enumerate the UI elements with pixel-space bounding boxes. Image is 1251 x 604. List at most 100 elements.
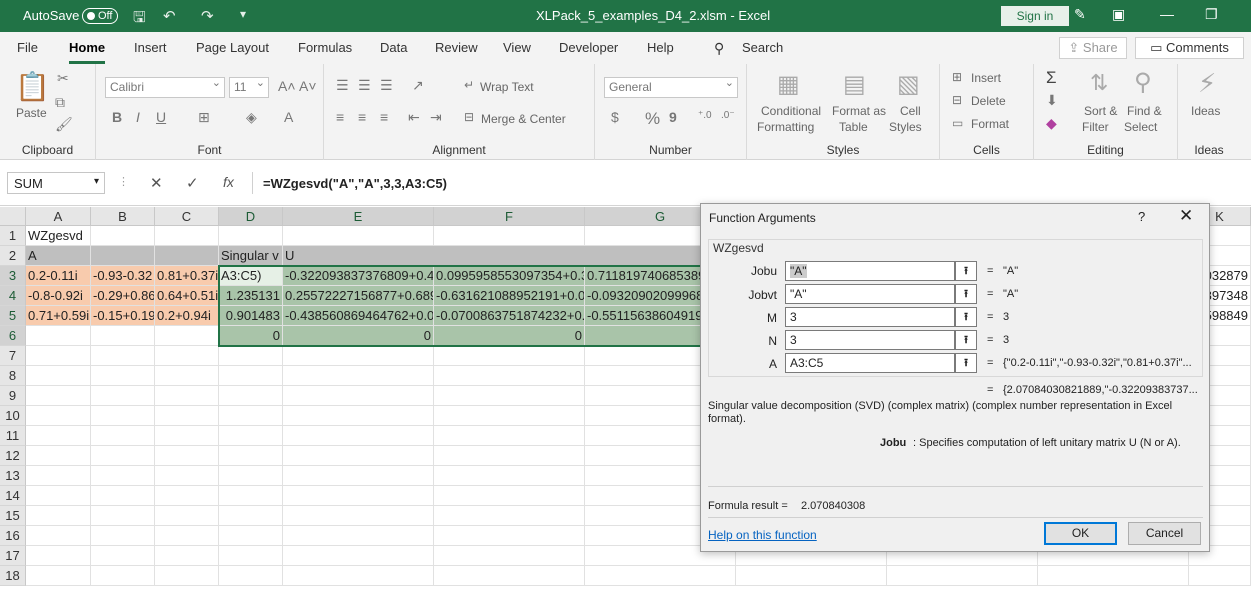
select-all-corner[interactable]	[0, 207, 26, 226]
cell-b4[interactable]: -0.29+0.86	[91, 286, 155, 306]
arg-input-n[interactable]: 3	[785, 330, 955, 350]
save-icon[interactable]: 🖫	[133, 7, 146, 32]
tab-formulas[interactable]: Formulas	[298, 40, 352, 55]
row-header-18[interactable]: 18	[0, 566, 26, 586]
cell-f6[interactable]: 0	[434, 326, 585, 346]
ok-button[interactable]: OK	[1044, 522, 1117, 545]
grid-cell[interactable]	[283, 526, 434, 546]
align-left-icon[interactable]: ≡	[336, 109, 344, 125]
delete-cells-icon[interactable]: ⊟	[952, 93, 962, 107]
grid-cell[interactable]	[434, 426, 585, 446]
grid-cell[interactable]	[283, 486, 434, 506]
undo-icon[interactable]: ↶	[163, 7, 176, 25]
grid-cell[interactable]	[155, 426, 219, 446]
pen-icon[interactable]: ✎	[1074, 6, 1086, 23]
grid-cell[interactable]	[155, 566, 219, 586]
grid-cell[interactable]	[91, 446, 155, 466]
grid-cell[interactable]	[219, 566, 283, 586]
grid-cell[interactable]	[887, 566, 1038, 586]
cell-e5[interactable]: -0.438560869464762+0.0	[283, 306, 434, 326]
row-header-4[interactable]: 4	[0, 286, 26, 306]
sort-filter-line1[interactable]: Sort &	[1084, 104, 1117, 118]
format-as-table-icon[interactable]: ▤	[843, 70, 866, 99]
grid-cell[interactable]	[91, 526, 155, 546]
grid-cell[interactable]	[219, 386, 283, 406]
font-size-select[interactable]: 11	[229, 76, 269, 98]
font-color-icon[interactable]: A	[284, 109, 293, 125]
wrap-text-icon[interactable]: ↵	[464, 78, 474, 92]
grid-cell[interactable]	[283, 426, 434, 446]
grid-cell[interactable]	[283, 386, 434, 406]
row-header-13[interactable]: 13	[0, 466, 26, 486]
merge-icon[interactable]: ⊟	[464, 110, 474, 124]
tab-developer[interactable]: Developer	[559, 40, 618, 55]
sort-filter-icon[interactable]: ⇅	[1090, 70, 1108, 96]
grid-cell[interactable]	[155, 226, 219, 246]
col-header-a[interactable]: A	[26, 207, 91, 226]
col-header-b[interactable]: B	[91, 207, 155, 226]
col-header-d[interactable]: D	[219, 207, 283, 226]
search-box[interactable]: Search	[742, 40, 783, 55]
tab-home[interactable]: Home	[69, 40, 106, 64]
grid-cell[interactable]	[155, 466, 219, 486]
grid-cell[interactable]	[91, 386, 155, 406]
grid-cell[interactable]	[155, 326, 219, 346]
ideas-icon[interactable]: ⚡	[1198, 68, 1216, 99]
grid-cell[interactable]	[26, 366, 91, 386]
align-right-icon[interactable]: ≡	[380, 109, 388, 125]
find-select-line1[interactable]: Find &	[1127, 104, 1162, 118]
grid-cell[interactable]	[219, 546, 283, 566]
grid-cell[interactable]	[155, 546, 219, 566]
minimize-icon[interactable]: —	[1160, 6, 1174, 22]
cell-c4[interactable]: 0.64+0.51i	[155, 286, 219, 306]
grid-cell[interactable]	[736, 566, 887, 586]
cell-b3[interactable]: -0.93-0.32	[91, 266, 155, 286]
cell-f4[interactable]: -0.631621088952191+0.0	[434, 286, 585, 306]
cell-a1[interactable]: WZgesvd	[26, 226, 156, 246]
grid-cell[interactable]	[219, 506, 283, 526]
comma-button[interactable]: 9	[669, 109, 677, 125]
grid-cell[interactable]	[434, 486, 585, 506]
cell-a4[interactable]: -0.8-0.92i	[26, 286, 91, 306]
cut-icon[interactable]: ✂	[57, 70, 69, 87]
row-header-17[interactable]: 17	[0, 546, 26, 566]
cell-c2[interactable]	[155, 246, 219, 266]
grid-cell[interactable]	[434, 226, 585, 246]
grid-cell[interactable]	[155, 486, 219, 506]
grid-cell[interactable]	[91, 366, 155, 386]
grid-cell[interactable]	[91, 406, 155, 426]
arg-input-jobu[interactable]: "A"	[785, 261, 955, 281]
ribbon-display-icon[interactable]: ▣	[1112, 6, 1125, 23]
borders-icon[interactable]: ⊞	[198, 109, 210, 126]
clear-icon[interactable]: ◆	[1046, 115, 1057, 132]
cell-d4[interactable]: 1.235131	[219, 286, 283, 306]
grid-cell[interactable]	[91, 566, 155, 586]
grid-cell[interactable]	[283, 366, 434, 386]
grid-cell[interactable]	[91, 486, 155, 506]
cell-c5[interactable]: 0.2+0.94i	[155, 306, 219, 326]
collapse-dialog-icon[interactable]: ⭱	[955, 261, 977, 281]
currency-button[interactable]: $	[611, 109, 619, 125]
increase-decimal-icon[interactable]: ⁺.0	[698, 110, 712, 121]
align-center-icon[interactable]: ≡	[358, 109, 366, 125]
col-header-f[interactable]: F	[434, 207, 585, 226]
row-header-8[interactable]: 8	[0, 366, 26, 386]
orientation-icon[interactable]: ↗	[412, 77, 424, 94]
grid-cell[interactable]	[91, 426, 155, 446]
fill-color-icon[interactable]: ◈	[246, 109, 257, 126]
bold-button[interactable]: B	[112, 109, 122, 125]
grid-cell[interactable]	[155, 406, 219, 426]
grid-cell[interactable]	[26, 326, 91, 346]
grid-cell[interactable]	[219, 486, 283, 506]
format-as-table-line1[interactable]: Format as	[832, 104, 886, 118]
grid-cell[interactable]	[434, 526, 585, 546]
cell-e3[interactable]: -0.322093837376809+0.4	[283, 266, 434, 286]
cell-d5[interactable]: 0.901483	[219, 306, 283, 326]
conditional-formatting-icon[interactable]: ▦	[777, 70, 800, 99]
autosave-toggle[interactable]: Off	[82, 8, 118, 24]
tab-view[interactable]: View	[503, 40, 531, 55]
grid-cell[interactable]	[219, 466, 283, 486]
grid-cell[interactable]	[26, 346, 91, 366]
row-header-9[interactable]: 9	[0, 386, 26, 406]
arg-input-jobvt[interactable]: "A"	[785, 284, 955, 304]
